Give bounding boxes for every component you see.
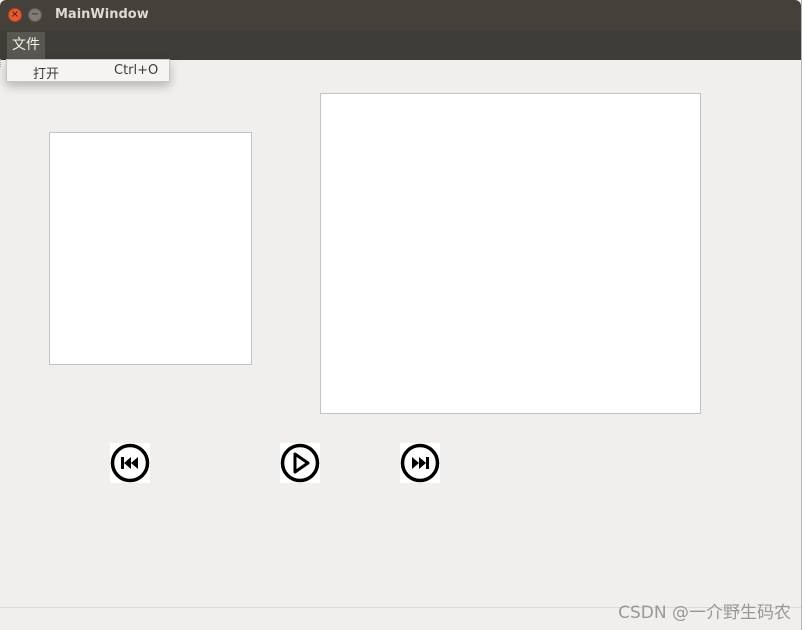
play-button[interactable] (280, 443, 320, 483)
window-title: MainWindow (55, 7, 149, 22)
file-menu-dropdown: 打开 Ctrl+O (6, 59, 170, 82)
menu-file[interactable]: 文件 (7, 32, 45, 59)
close-window-button[interactable]: × (8, 8, 22, 22)
menu-item-open-shortcut: Ctrl+O (114, 63, 159, 78)
display-panel (320, 93, 701, 414)
main-window: × − MainWindow 文件 打开 Ctrl+O (0, 0, 802, 630)
menu-bar: 文件 (0, 31, 801, 60)
title-bar[interactable]: × − MainWindow (0, 0, 801, 31)
minimize-window-button[interactable]: − (28, 8, 42, 22)
skip-previous-icon (110, 443, 150, 483)
close-icon: × (10, 9, 20, 20)
resize-grip (0, 59, 5, 67)
minimize-icon: − (30, 9, 40, 20)
next-button[interactable] (400, 443, 440, 483)
watermark: CSDN @一介野生码农 (618, 603, 791, 623)
play-icon (280, 443, 320, 483)
menu-item-open-label: 打开 (33, 67, 60, 82)
skip-next-icon (400, 443, 440, 483)
previous-button[interactable] (110, 443, 150, 483)
thumbnail-panel (49, 132, 252, 365)
